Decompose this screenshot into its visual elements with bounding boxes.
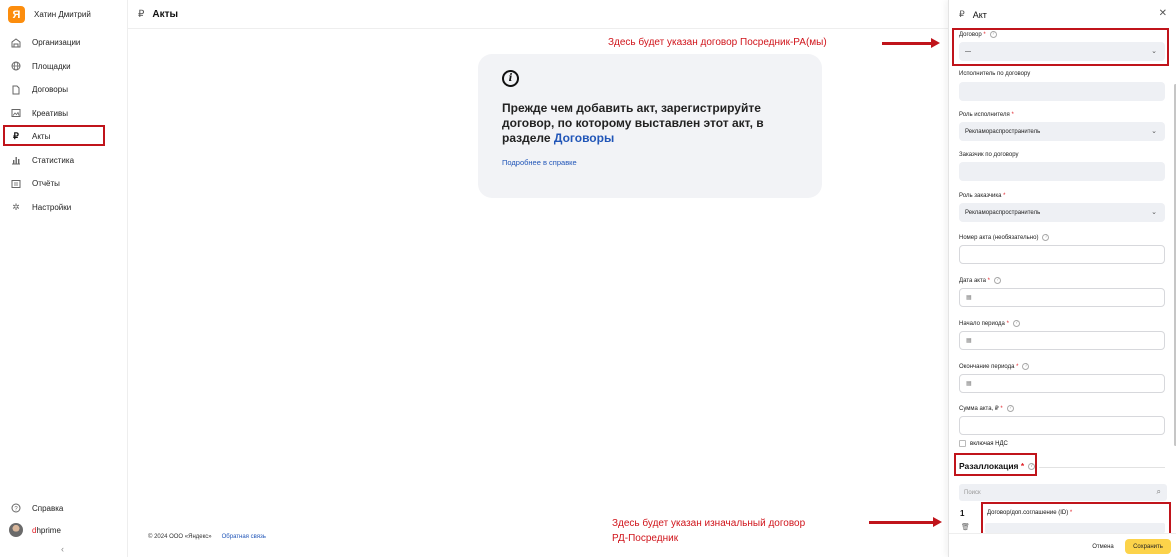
checkbox-box[interactable] bbox=[959, 440, 966, 447]
user-block[interactable]: Я Хатин Дмитрий bbox=[8, 6, 91, 23]
sidebar-item-label: Организации bbox=[32, 38, 81, 48]
sidebar-item-label: Справка bbox=[32, 503, 64, 513]
vat-checkbox[interactable]: включая НДС bbox=[959, 440, 1008, 447]
ruble-icon: ₽ bbox=[959, 9, 965, 19]
annotation-arrow-top bbox=[882, 38, 940, 48]
gear-icon: ✲ bbox=[12, 201, 20, 212]
info-card: i Прежде чем добавить акт, зарегистрируй… bbox=[478, 54, 822, 198]
save-button[interactable]: Сохранить bbox=[1125, 539, 1171, 554]
sidebar-item-statistics[interactable]: Статистика bbox=[0, 149, 128, 173]
chevron-down-icon: ⌄ bbox=[1151, 209, 1157, 216]
sidebar-item-creatives[interactable]: Креативы bbox=[0, 102, 128, 126]
sidebar-item-reports[interactable]: Отчёты bbox=[0, 172, 128, 196]
row-number: 1 bbox=[960, 509, 965, 518]
annotation-bottom: Здесь будет указан изначальный договор Р… bbox=[612, 518, 806, 544]
contractor-label: Исполнитель по договору bbox=[959, 71, 1031, 77]
building-icon bbox=[11, 38, 21, 48]
sidebar-item-label: Настройки bbox=[32, 202, 72, 212]
help-icon[interactable]: ? bbox=[1022, 363, 1030, 370]
sidebar-item-organizations[interactable]: Организации bbox=[0, 31, 128, 55]
collapse-sidebar-icon[interactable]: ‹ bbox=[61, 544, 64, 554]
sidebar-item-label: Отчёты bbox=[32, 179, 60, 189]
contractor-role-label: Роль исполнителя * bbox=[959, 112, 1014, 118]
contractor-role-select[interactable]: Рекламораспространитель ⌄ bbox=[959, 122, 1165, 141]
help-circle-icon: ? bbox=[11, 503, 21, 513]
panel-title: Акт bbox=[972, 9, 987, 20]
panel-footer: Отмена Сохранить bbox=[949, 533, 1176, 557]
close-icon[interactable]: ✕ bbox=[1159, 8, 1167, 19]
search-input[interactable]: Поиск ⌕ bbox=[959, 484, 1167, 501]
act-number-label: Номер акта (необязательно)? bbox=[959, 234, 1050, 241]
user-name: Хатин Дмитрий bbox=[34, 10, 91, 19]
help-icon[interactable]: ? bbox=[1042, 234, 1050, 241]
client-role-label: Роль заказчика * bbox=[959, 193, 1006, 199]
account-name: dhprime bbox=[32, 525, 61, 535]
period-start-label: Начало периода *? bbox=[959, 320, 1020, 327]
client-role-select[interactable]: Рекламораспространитель ⌄ bbox=[959, 203, 1165, 222]
calendar-icon: ▦ bbox=[966, 381, 972, 387]
help-icon[interactable]: ? bbox=[1012, 320, 1020, 327]
act-date-input[interactable]: ▦ bbox=[959, 288, 1165, 307]
yandex-logo-icon: Я bbox=[8, 6, 25, 23]
sidebar-item-label: Площадки bbox=[32, 61, 71, 71]
globe-icon bbox=[11, 61, 21, 71]
info-icon: i bbox=[502, 70, 519, 87]
feedback-link[interactable]: Обратная связь bbox=[222, 534, 266, 540]
contract-highlight-box bbox=[952, 28, 1169, 66]
period-end-input[interactable]: ▦ bbox=[959, 374, 1165, 393]
sidebar-item-settings[interactable]: ✲ Настройки bbox=[0, 196, 128, 220]
table-highlight-box bbox=[981, 502, 1171, 537]
act-number-input[interactable] bbox=[959, 245, 1165, 264]
sidebar-item-contracts[interactable]: Договоры bbox=[0, 78, 128, 102]
act-date-label: Дата акта *? bbox=[959, 277, 1002, 284]
acts-highlight-box bbox=[3, 125, 105, 146]
amount-label: Сумма акта, ₽ *? bbox=[959, 405, 1014, 412]
calendar-icon: ▦ bbox=[966, 295, 972, 301]
sidebar-item-label: Креативы bbox=[32, 108, 68, 118]
help-link[interactable]: Подробнее в справке bbox=[502, 158, 798, 167]
ruble-icon: ₽ bbox=[138, 8, 145, 20]
copyright: © 2024 ООО «Яндекс» bbox=[148, 534, 212, 540]
act-panel: ₽ Акт ✕ Договор *? — ⌄ Исполнитель по дог… bbox=[948, 0, 1176, 557]
panel-header: ₽ Акт ✕ bbox=[959, 8, 1167, 20]
client-label: Заказчик по договору bbox=[959, 152, 1019, 158]
amount-input[interactable] bbox=[959, 416, 1165, 435]
report-icon bbox=[11, 179, 21, 189]
sidebar-item-help[interactable]: ? Справка bbox=[0, 497, 128, 519]
annotation-arrow-bottom bbox=[869, 517, 942, 527]
client-field bbox=[959, 162, 1165, 181]
contracts-link[interactable]: Договоры bbox=[554, 131, 614, 145]
calendar-icon: ▦ bbox=[966, 338, 972, 344]
image-icon bbox=[11, 108, 21, 118]
avatar bbox=[9, 523, 23, 537]
contractor-field bbox=[959, 82, 1165, 101]
page-title: Акты bbox=[152, 8, 179, 20]
sidebar-item-label: Договоры bbox=[32, 85, 68, 95]
section-divider bbox=[1039, 467, 1165, 468]
annotation-top: Здесь будет указан договор Посредник-РА(… bbox=[608, 37, 827, 48]
bar-chart-icon bbox=[11, 155, 21, 165]
footer: © 2024 ООО «Яндекс» Обратная связь bbox=[148, 534, 266, 540]
sidebar-item-account[interactable]: dhprime bbox=[0, 519, 128, 541]
vat-label: включая НДС bbox=[970, 440, 1008, 447]
trash-icon[interactable]: 🗑 bbox=[961, 523, 970, 531]
search-icon: ⌕ bbox=[1156, 487, 1161, 496]
sidebar-bottom: ? Справка dhprime bbox=[0, 497, 128, 541]
sidebar-item-platforms[interactable]: Площадки bbox=[0, 55, 128, 79]
period-start-input[interactable]: ▦ bbox=[959, 331, 1165, 350]
cancel-button[interactable]: Отмена bbox=[1083, 539, 1123, 554]
help-icon[interactable]: ? bbox=[1006, 405, 1014, 412]
document-icon bbox=[11, 85, 21, 95]
sidebar-item-label: Статистика bbox=[32, 155, 75, 165]
period-end-label: Окончание периода *? bbox=[959, 363, 1030, 370]
sidebar: Я Хатин Дмитрий Организации Площадки Дог… bbox=[0, 0, 128, 557]
chevron-down-icon: ⌄ bbox=[1151, 128, 1157, 135]
help-icon[interactable]: ? bbox=[994, 277, 1002, 284]
reallocation-highlight-box bbox=[954, 453, 1037, 476]
info-card-text: Прежде чем добавить акт, зарегистрируйте… bbox=[502, 101, 764, 145]
page-header: ₽ Акты bbox=[128, 0, 948, 29]
